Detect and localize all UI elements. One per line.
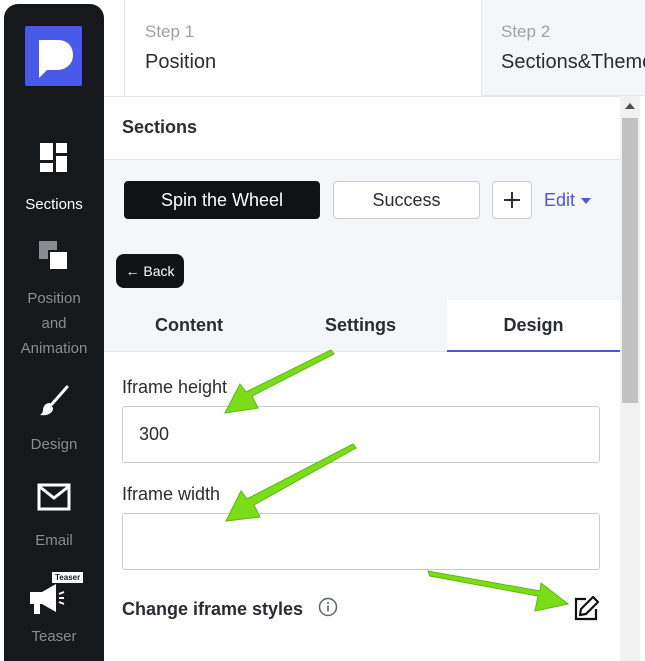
- iframe-width-input[interactable]: [122, 513, 600, 570]
- envelope-icon: [37, 483, 71, 511]
- tab-design[interactable]: Design: [447, 300, 620, 352]
- step-tabs: Step 1 Position Step 2 Sections&Theme: [104, 0, 645, 96]
- layers-icon: [39, 241, 69, 271]
- teaser-badge: Teaser: [52, 572, 84, 583]
- sidebar-item-label: Design: [30, 436, 78, 453]
- iframe-height-label: Iframe height: [122, 377, 228, 397]
- edit-label: Edit: [544, 190, 576, 210]
- edit-styles-icon[interactable]: [572, 595, 600, 623]
- step-number: Step 1: [145, 22, 195, 41]
- scroll-up-arrow-icon[interactable]: [624, 102, 636, 110]
- step-title: Sections&Theme: [501, 51, 645, 73]
- sections-icon: [40, 143, 67, 172]
- change-iframe-styles-label: Change iframe styles: [122, 597, 338, 620]
- back-row: ← Back: [104, 240, 620, 300]
- brush-icon: [40, 385, 69, 416]
- megaphone-icon: [30, 584, 65, 614]
- step-title: Position: [145, 51, 217, 73]
- step-tab-sections-theme[interactable]: Step 2 Sections&Theme: [482, 0, 645, 96]
- sidebar-item-design[interactable]: Design: [4, 384, 104, 457]
- tab-settings[interactable]: Settings: [274, 300, 447, 352]
- iframe-height-input[interactable]: [122, 406, 600, 463]
- plus-icon: [504, 192, 520, 208]
- sidebar: Sections Position and Animation Design E…: [4, 4, 104, 661]
- sidebar-item-label: Email: [35, 532, 73, 549]
- settings-tabs: Content Settings Design: [104, 300, 620, 352]
- caret-down-icon: [581, 198, 592, 205]
- change-iframe-styles-text: Change iframe styles: [122, 599, 304, 619]
- sidebar-item-label: Sections: [25, 196, 83, 213]
- sidebar-item-teaser[interactable]: Teaser Teaser: [4, 572, 104, 649]
- panel-scrollbar[interactable]: [620, 96, 640, 661]
- sidebar-item-label: Position: [27, 290, 81, 307]
- sidebar-item-label: and: [41, 315, 67, 332]
- step-number: Step 2: [501, 22, 551, 41]
- step-tab-position[interactable]: Step 1 Position: [124, 0, 482, 96]
- design-form: Iframe height Iframe width Change iframe…: [104, 352, 620, 661]
- section-success-button[interactable]: Success: [333, 181, 480, 219]
- app-logo: [25, 26, 82, 86]
- iframe-width-label: Iframe width: [122, 484, 221, 504]
- panel-title: Sections: [104, 97, 620, 160]
- sidebar-item-label: Animation: [20, 340, 88, 357]
- section-spin-the-wheel-button[interactable]: Spin the Wheel: [124, 181, 320, 219]
- section-switcher: Spin the Wheel Success Edit: [104, 160, 620, 240]
- tab-content[interactable]: Content: [104, 300, 274, 352]
- sidebar-item-email[interactable]: Email: [4, 482, 104, 553]
- scrollbar-thumb[interactable]: [622, 118, 638, 403]
- info-icon[interactable]: [318, 597, 338, 617]
- add-section-button[interactable]: [492, 181, 532, 219]
- app-window: Sections Position and Animation Design E…: [0, 0, 645, 661]
- sidebar-item-sections[interactable]: Sections: [4, 142, 104, 217]
- sidebar-item-label: Teaser: [31, 628, 77, 645]
- back-button[interactable]: ← Back: [116, 254, 184, 288]
- sidebar-item-position-animation[interactable]: Position and Animation: [4, 240, 104, 361]
- edit-dropdown[interactable]: Edit: [544, 181, 592, 219]
- sections-panel: Sections Spin the Wheel Success Edit ← B…: [104, 96, 620, 661]
